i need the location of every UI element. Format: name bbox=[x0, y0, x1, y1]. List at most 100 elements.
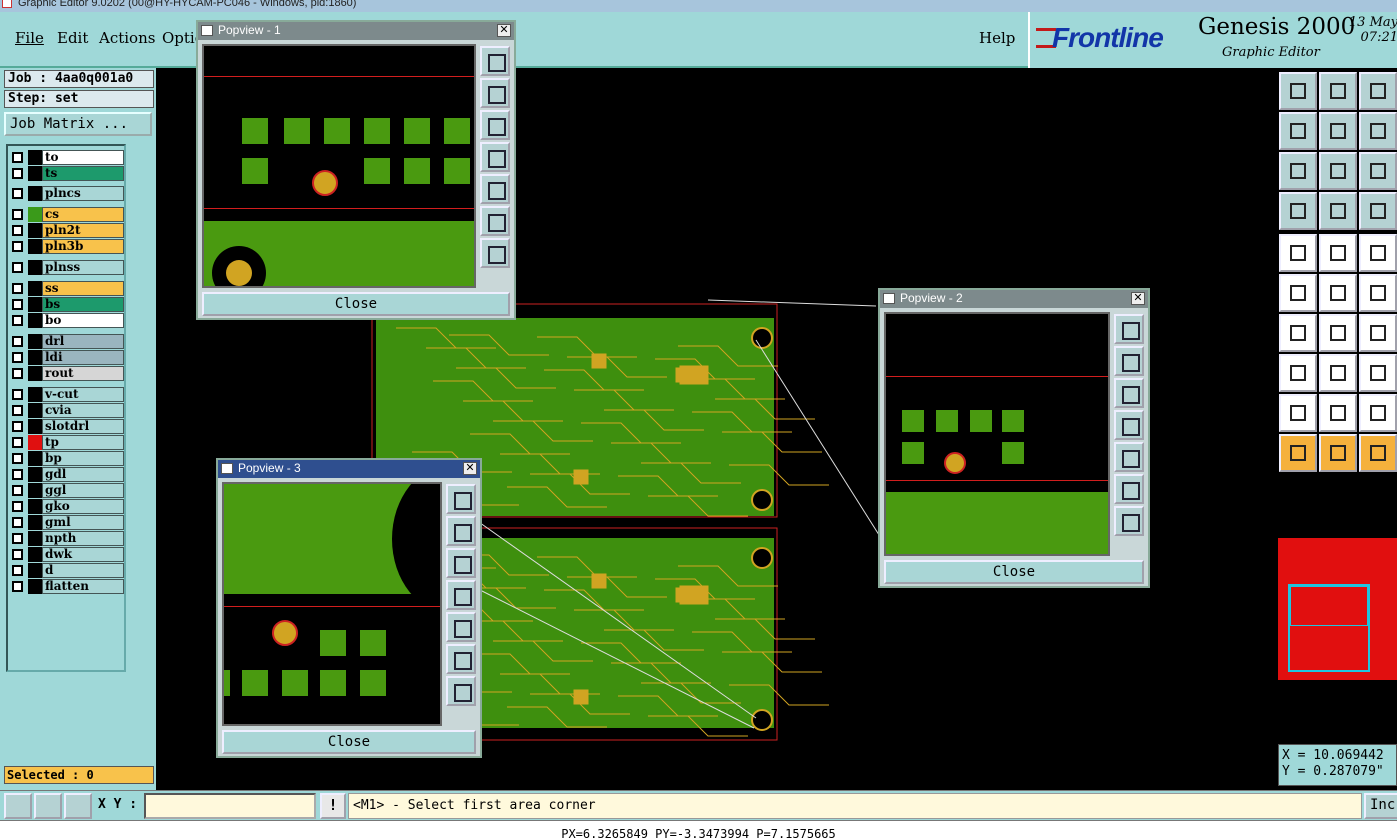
layer-row-gml[interactable]: gml bbox=[8, 515, 124, 530]
layer-name[interactable]: ts bbox=[42, 166, 124, 181]
layer-name[interactable]: plnss bbox=[42, 260, 124, 275]
triangle-icon[interactable] bbox=[1279, 394, 1317, 432]
route-icon[interactable] bbox=[1359, 274, 1397, 312]
layer-color-swatch[interactable] bbox=[28, 499, 42, 514]
layer-row-dwk[interactable]: dwk bbox=[8, 547, 124, 562]
zoom-fit-icon[interactable] bbox=[1114, 314, 1144, 344]
layer-color-swatch[interactable] bbox=[28, 515, 42, 530]
triangle-arrow-icon[interactable] bbox=[1359, 394, 1397, 432]
layer-checkbox[interactable] bbox=[12, 188, 23, 199]
layer-name[interactable]: plncs bbox=[42, 186, 124, 201]
layer-name[interactable]: tp bbox=[42, 435, 124, 450]
layer-name[interactable]: gko bbox=[42, 499, 124, 514]
zoom-in-icon[interactable] bbox=[446, 644, 476, 674]
zoom-out-icon[interactable] bbox=[480, 238, 510, 268]
layer-checkbox[interactable] bbox=[12, 565, 23, 576]
grid-icon[interactable] bbox=[64, 793, 92, 819]
layer-checkbox[interactable] bbox=[12, 168, 23, 179]
dash-icon[interactable] bbox=[1319, 354, 1357, 392]
menu-edit[interactable]: Edit bbox=[57, 29, 88, 47]
layer-checkbox[interactable] bbox=[12, 453, 23, 464]
layer-name[interactable]: rout bbox=[42, 366, 124, 381]
layer-name[interactable]: gdl bbox=[42, 467, 124, 482]
line-icon[interactable] bbox=[1319, 314, 1357, 352]
popview-1-close-button[interactable]: Close bbox=[202, 292, 510, 316]
layer-color-swatch[interactable] bbox=[28, 419, 42, 434]
layer-color-swatch[interactable] bbox=[28, 579, 42, 594]
layer-checkbox[interactable] bbox=[12, 501, 23, 512]
layer-row-d[interactable]: d bbox=[8, 563, 124, 578]
line-measure-icon[interactable] bbox=[1319, 234, 1357, 272]
layer-color-swatch[interactable] bbox=[28, 387, 42, 402]
layer-checkbox[interactable] bbox=[12, 368, 23, 379]
pan-up-icon[interactable] bbox=[446, 516, 476, 546]
pan-right-icon[interactable] bbox=[446, 612, 476, 642]
pan-up-icon[interactable] bbox=[480, 78, 510, 108]
layer-color-swatch[interactable] bbox=[28, 366, 42, 381]
layer-checkbox[interactable] bbox=[12, 152, 23, 163]
measure-point-icon[interactable] bbox=[1279, 234, 1317, 272]
layer-color-swatch[interactable] bbox=[28, 239, 42, 254]
layer-color-swatch[interactable] bbox=[28, 403, 42, 418]
layer-color-swatch[interactable] bbox=[28, 350, 42, 365]
layer-name[interactable]: bs bbox=[42, 297, 124, 312]
rotate-icon[interactable] bbox=[1359, 314, 1397, 352]
step-up-icon[interactable] bbox=[1279, 72, 1317, 110]
layer-color-swatch[interactable] bbox=[28, 547, 42, 562]
layer-row-v-cut[interactable]: v-cut bbox=[8, 387, 124, 402]
layer-name[interactable]: pln2t bbox=[42, 223, 124, 238]
layer-checkbox[interactable] bbox=[12, 469, 23, 480]
layer-name[interactable]: ggl bbox=[42, 483, 124, 498]
layer-row-cs[interactable]: cs bbox=[8, 207, 124, 222]
layer-row-rout[interactable]: rout bbox=[8, 366, 124, 381]
pan-right-icon[interactable] bbox=[480, 174, 510, 204]
zoom-fit-icon[interactable] bbox=[480, 46, 510, 76]
layer-checkbox[interactable] bbox=[12, 549, 23, 560]
layer-color-swatch[interactable] bbox=[28, 260, 42, 275]
layer-name[interactable]: gml bbox=[42, 515, 124, 530]
layer-checkbox[interactable] bbox=[12, 336, 23, 347]
snap-icon[interactable] bbox=[4, 793, 32, 819]
layer-row-plnss[interactable]: plnss bbox=[8, 260, 124, 275]
cross-icon[interactable] bbox=[1319, 274, 1357, 312]
layers-icon[interactable] bbox=[1359, 192, 1397, 230]
layer-color-swatch[interactable] bbox=[28, 223, 42, 238]
layer-row-plncs[interactable]: plncs bbox=[8, 186, 124, 201]
pointer-select-icon[interactable] bbox=[1319, 434, 1357, 472]
layer-name[interactable]: npth bbox=[42, 531, 124, 546]
popview-3-titlebar[interactable]: Popview - 3 ✕ bbox=[218, 460, 480, 478]
layer-color-swatch[interactable] bbox=[28, 531, 42, 546]
layer-color-swatch[interactable] bbox=[28, 207, 42, 222]
layer-color-swatch[interactable] bbox=[28, 483, 42, 498]
layer-color-swatch[interactable] bbox=[28, 186, 42, 201]
zoom-out-icon[interactable] bbox=[1114, 506, 1144, 536]
layer-row-bs[interactable]: bs bbox=[8, 297, 124, 312]
layer-row-pln2t[interactable]: pln2t bbox=[8, 223, 124, 238]
layer-row-drl[interactable]: drl bbox=[8, 334, 124, 349]
layer-checkbox[interactable] bbox=[12, 225, 23, 236]
layer-name[interactable]: drl bbox=[42, 334, 124, 349]
layer-name[interactable]: bo bbox=[42, 313, 124, 328]
scale-1-2-icon[interactable] bbox=[1359, 152, 1397, 190]
layer-color-swatch[interactable] bbox=[28, 563, 42, 578]
close-icon[interactable]: ✕ bbox=[463, 462, 477, 475]
layer-name[interactable]: slotdrl bbox=[42, 419, 124, 434]
job-matrix-button[interactable]: Job Matrix ... bbox=[4, 112, 152, 136]
layer-checkbox[interactable] bbox=[12, 352, 23, 363]
layer-row-tp[interactable]: tp bbox=[8, 435, 124, 450]
layer-name[interactable]: cs bbox=[42, 207, 124, 222]
layer-color-swatch[interactable] bbox=[28, 435, 42, 450]
layer-name[interactable]: ldi bbox=[42, 350, 124, 365]
popview-2-close-button[interactable]: Close bbox=[884, 560, 1144, 584]
pan-down-icon[interactable] bbox=[1114, 378, 1144, 408]
pin-icon[interactable] bbox=[1319, 192, 1357, 230]
layer-checkbox[interactable] bbox=[12, 283, 23, 294]
layer-checkbox[interactable] bbox=[12, 389, 23, 400]
layer-row-flatten[interactable]: flatten bbox=[8, 579, 124, 594]
home-icon[interactable] bbox=[1359, 72, 1397, 110]
layer-color-swatch[interactable] bbox=[28, 281, 42, 296]
close-icon[interactable]: ✕ bbox=[1131, 292, 1145, 305]
angle-icon[interactable] bbox=[1279, 314, 1317, 352]
layer-name[interactable]: ss bbox=[42, 281, 124, 296]
layer-color-swatch[interactable] bbox=[28, 166, 42, 181]
